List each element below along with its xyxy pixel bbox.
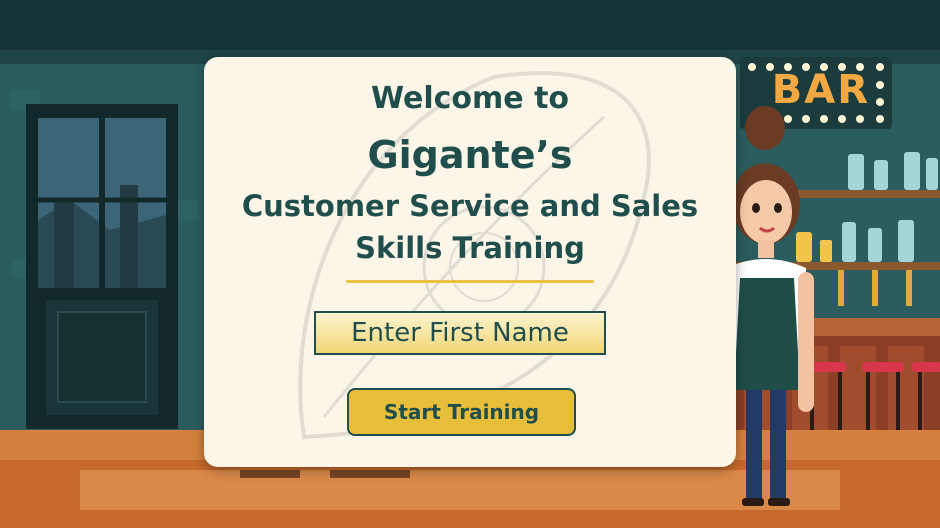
course-title-line1: Customer Service and Sales bbox=[241, 189, 699, 223]
training-welcome-screen: BAR Welcome to Gigante’s Customer Servic… bbox=[0, 0, 940, 528]
first-name-input[interactable] bbox=[314, 311, 606, 355]
welcome-card: Welcome to Gigante’s Customer Service an… bbox=[204, 57, 736, 467]
start-training-button[interactable]: Start Training bbox=[347, 388, 576, 436]
title-underline-divider bbox=[346, 280, 594, 283]
course-title-line2: Skills Training bbox=[355, 231, 585, 265]
company-name-heading: Gigante’s bbox=[367, 133, 573, 177]
welcome-heading: Welcome to bbox=[370, 81, 570, 116]
